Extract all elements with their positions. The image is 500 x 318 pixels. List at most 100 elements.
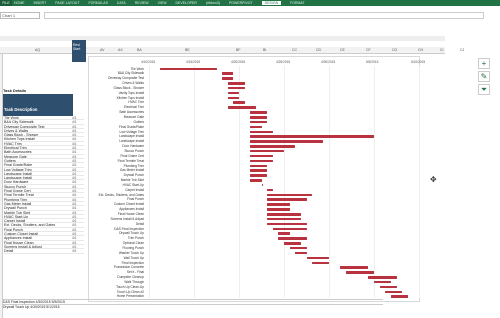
task-bar[interactable]: [284, 242, 301, 245]
category-label: D&S Final Inspection: [114, 226, 144, 231]
category-label: Screens Install & Adjust: [110, 216, 145, 221]
task-bar[interactable]: [312, 261, 329, 264]
formula-bar[interactable]: [44, 12, 484, 19]
chart-styles-button[interactable]: ✎: [478, 71, 490, 82]
ribbon-tab-home[interactable]: HOME: [14, 1, 25, 5]
date-axis-label: 4/10/2015: [141, 60, 156, 64]
horizontal-scrollbar[interactable]: [0, 36, 445, 41]
task-bar[interactable]: [306, 256, 329, 260]
column-header-av[interactable]: AV: [100, 47, 104, 54]
task-bar[interactable]: [227, 106, 256, 109]
column-header-bf[interactable]: BF: [236, 47, 240, 54]
category-label: Drywall Touch Up: [119, 231, 144, 236]
task-bar[interactable]: [379, 285, 397, 289]
column-header-cd[interactable]: CD: [316, 47, 321, 54]
ribbon-tabs: FILE HOME INSERT PAGE LAYOUT FORMULAS DATA RE…: [0, 0, 500, 6]
column-header-ch[interactable]: CH: [418, 47, 423, 54]
name-box[interactable]: Chart 1: [0, 12, 40, 19]
column-header-cg[interactable]: CG: [392, 47, 397, 54]
column-header-ba[interactable]: BA: [137, 47, 142, 54]
column-header-ce[interactable]: CE: [340, 47, 345, 54]
ribbon-tab-view[interactable]: VIEW: [158, 1, 167, 5]
task-bar[interactable]: [250, 125, 262, 129]
chart-filters-button[interactable]: ⏷: [478, 84, 490, 95]
task-bar[interactable]: [272, 227, 307, 231]
task-bar[interactable]: [250, 120, 268, 124]
task-bar[interactable]: [267, 188, 273, 192]
task-bar[interactable]: [374, 280, 391, 284]
task-bar[interactable]: [267, 203, 290, 206]
category-label: Kitchen Tops Install: [116, 95, 144, 100]
task-bar[interactable]: [227, 86, 245, 90]
ribbon-tab-page-layout[interactable]: PAGE LAYOUT: [55, 1, 79, 5]
ribbon-tab-design[interactable]: DESIGN: [261, 1, 282, 5]
column-header-ci[interactable]: CI: [440, 47, 444, 54]
task-bar[interactable]: [267, 193, 313, 197]
column-header-ax[interactable]: AX: [118, 47, 123, 54]
ribbon-tab-review[interactable]: REVIEW: [135, 1, 149, 5]
gantt-chart[interactable]: 4/10/2015 4/15/2015 4/20/2015 4/25/2015 4/30…: [88, 56, 425, 302]
ribbon-tab-powerpivot[interactable]: POWERPIVOT: [229, 1, 253, 5]
task-bar[interactable]: [385, 290, 403, 294]
task-bar[interactable]: [250, 164, 268, 167]
task-bar[interactable]: [278, 237, 307, 240]
category-label: Final Inspection: [121, 260, 144, 265]
task-bar[interactable]: [340, 266, 369, 269]
file-tab[interactable]: FILE: [0, 0, 12, 6]
task-bar[interactable]: [250, 116, 268, 119]
date-axis-label: 4/15/2015: [186, 60, 201, 64]
ribbon-tab-format[interactable]: FORMAT: [290, 1, 305, 5]
task-bar[interactable]: [222, 77, 234, 80]
chart-elements-button[interactable]: +: [478, 58, 490, 69]
category-label: Final Grade/Rake: [119, 124, 144, 129]
task-bar[interactable]: [289, 246, 307, 250]
task-list: Tile Work B&A City Sidewalk Driveway Compo…: [4, 116, 72, 254]
task-bar[interactable]: [250, 179, 262, 182]
column-header-cf[interactable]: CF: [366, 47, 371, 54]
task-bar[interactable]: [390, 295, 408, 298]
task-bar[interactable]: [295, 251, 307, 255]
column-header-aq[interactable]: AQ: [35, 47, 40, 54]
task-description-header[interactable]: Task Description: [4, 107, 37, 112]
start-cell[interactable]: 4/1: [72, 249, 84, 254]
task-bar[interactable]: [267, 208, 290, 211]
column-header-be[interactable]: BE: [185, 47, 190, 54]
task-bar[interactable]: [368, 276, 397, 279]
task-pane: Task Details Task Description Tile Work B…: [0, 54, 78, 318]
ribbon-tab-formulas[interactable]: FORMULAS: [88, 1, 107, 5]
task-bar[interactable]: [267, 213, 301, 216]
task-bar[interactable]: [261, 183, 263, 187]
ribbon-tab--ribbon3-[interactable]: (ribbon3): [206, 1, 220, 5]
column-header-bi[interactable]: BI: [263, 47, 266, 54]
task-bar[interactable]: [250, 149, 284, 153]
start-column-header[interactable]: Revi Start: [72, 40, 86, 62]
category-label: Gutters: [133, 119, 144, 124]
task-bar[interactable]: [227, 82, 245, 85]
task-bar[interactable]: [267, 217, 301, 221]
task-bar[interactable]: [250, 140, 324, 143]
task-bar[interactable]: [222, 72, 234, 75]
task-bar[interactable]: [250, 135, 374, 138]
category-label: Gas Meter Install: [119, 168, 144, 173]
ribbon-tab-developer[interactable]: DEVELOPER: [176, 1, 197, 5]
task-bar[interactable]: [250, 154, 273, 158]
ribbon-tab-data[interactable]: DATA: [117, 1, 126, 5]
column-header-cc[interactable]: CC: [292, 47, 297, 54]
task-bar[interactable]: [250, 159, 273, 163]
task-bar[interactable]: [345, 271, 374, 274]
column-header-cj[interactable]: CJ: [460, 47, 464, 54]
task-bar[interactable]: [250, 169, 268, 172]
task-bar[interactable]: [267, 222, 307, 226]
task-bar[interactable]: [160, 67, 217, 70]
task-bar[interactable]: [250, 174, 268, 177]
task-bar[interactable]: [250, 145, 296, 148]
task-bar[interactable]: [227, 91, 239, 95]
task-bar[interactable]: [250, 130, 273, 134]
task-bar[interactable]: [278, 232, 290, 235]
task-bar[interactable]: [267, 198, 307, 201]
task-bar[interactable]: [250, 111, 268, 114]
task-row[interactable]: Detail: [4, 249, 72, 254]
task-bar[interactable]: [233, 101, 245, 104]
task-bar[interactable]: [227, 96, 239, 100]
ribbon-tab-insert[interactable]: INSERT: [34, 1, 47, 5]
